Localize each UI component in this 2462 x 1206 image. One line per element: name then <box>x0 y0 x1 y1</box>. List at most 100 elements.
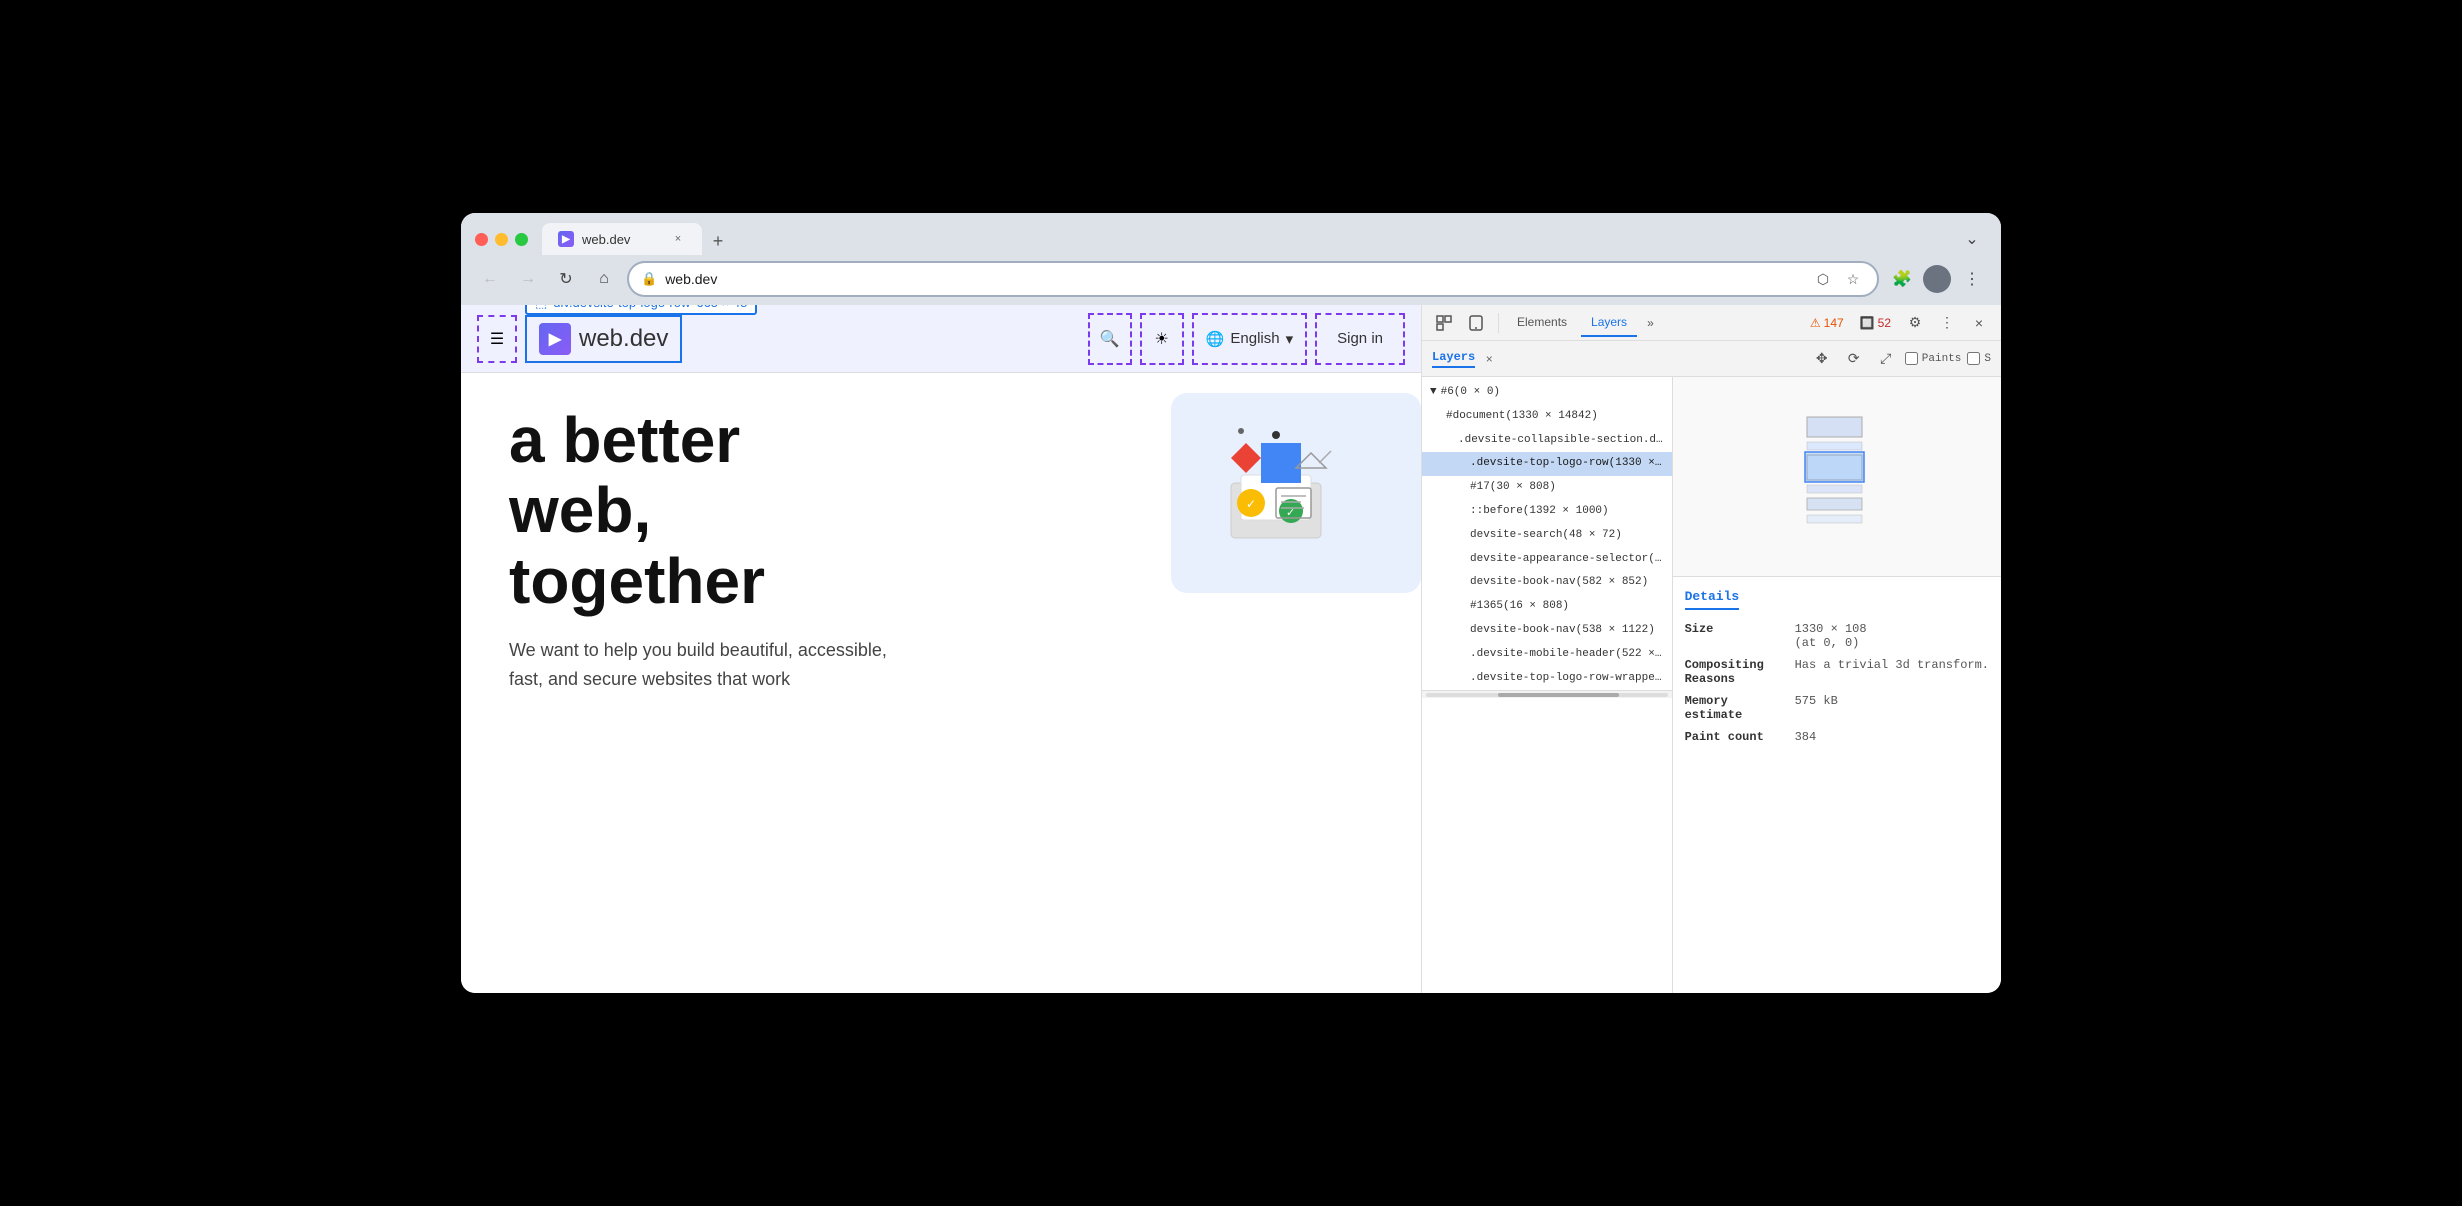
new-tab-button[interactable]: + <box>704 227 732 255</box>
layers-close-tab-button[interactable]: × <box>1481 351 1497 367</box>
tab-close-button[interactable]: × <box>670 231 686 247</box>
chrome-right-actions: 🧩 ⋮ <box>1887 264 1987 294</box>
rotate-tool-button[interactable]: ⟳ <box>1841 346 1867 372</box>
layer-preview-svg <box>1797 407 1877 547</box>
back-button[interactable]: ← <box>475 264 505 294</box>
layers-right-panel: Details Size 1330 × 108 (at 0, 0) C <box>1673 377 2001 993</box>
warnings-button[interactable]: ⚠ 147 <box>1804 314 1850 332</box>
header-language-button[interactable]: 🌐 English ▾ <box>1192 313 1307 365</box>
layers-3d-preview <box>1673 377 2001 577</box>
webpage-hero: a better web, together We want to help y… <box>461 373 1421 773</box>
layers-scrollbar[interactable] <box>1422 690 1672 698</box>
window-minimize-button[interactable] <box>495 233 508 246</box>
layer-item-root[interactable]: ▼ #6(0 × 0) <box>1422 381 1672 405</box>
device-icon <box>1468 315 1484 331</box>
cast-button[interactable]: ⬡ <box>1811 267 1835 291</box>
layer-item-book-nav-1[interactable]: devsite-book-nav(582 × 852) <box>1422 571 1672 595</box>
layer-item-top-logo-row[interactable]: .devsite-top-logo-row(1330 × 108) <box>1422 452 1672 476</box>
layer-item-appearance[interactable]: devsite-appearance-selector(72 × 72) <box>1422 548 1672 572</box>
search-icon: 🔍 <box>1100 329 1120 349</box>
layer-tree-list[interactable]: ▼ #6(0 × 0) #document(1330 × 14842) .dev… <box>1422 377 1673 993</box>
detail-memory-label: Memory estimate <box>1685 694 1795 722</box>
paints-label: Paints <box>1922 353 1962 365</box>
layer-item-17[interactable]: #17(30 × 808) <box>1422 476 1672 500</box>
devtools-right-actions: ⚠ 147 🔲 52 ⚙ ⋮ × <box>1804 309 1993 337</box>
elements-tab[interactable]: Elements <box>1507 309 1577 337</box>
home-button[interactable]: ⌂ <box>589 264 619 294</box>
paints-checkbox[interactable]: Paints <box>1905 352 1962 365</box>
detail-memory-value: 575 kB <box>1795 694 1838 722</box>
layers-tab[interactable]: Layers <box>1581 309 1637 337</box>
svg-text:✓: ✓ <box>1286 507 1295 519</box>
layer-item-document[interactable]: #document(1330 × 14842) <box>1422 405 1672 429</box>
detail-memory-row: Memory estimate 575 kB <box>1685 694 1989 722</box>
inspect-icon <box>1436 315 1452 331</box>
address-bar[interactable]: 🔒 ⬡ ☆ <box>627 261 1879 297</box>
tab-title: web.dev <box>582 232 662 247</box>
svg-text:✓: ✓ <box>1246 497 1256 511</box>
globe-icon: 🌐 <box>1206 330 1225 348</box>
layer-item-1365[interactable]: #1365(16 × 808) <box>1422 595 1672 619</box>
layer-item-before[interactable]: ::before(1392 × 1000) <box>1422 500 1672 524</box>
more-tabs-button[interactable]: » <box>1641 312 1660 334</box>
extensions-button[interactable]: 🧩 <box>1887 264 1917 294</box>
scrollbar-thumb[interactable] <box>1498 693 1619 697</box>
address-bar-actions: ⬡ ☆ <box>1811 267 1865 291</box>
layer-item-devsite-search[interactable]: devsite-search(48 × 72) <box>1422 524 1672 548</box>
devtools-close-button[interactable]: × <box>1965 309 1993 337</box>
header-search-button[interactable]: 🔍 <box>1088 313 1132 365</box>
webpage: ☰ ⬚ div.devsite-top-logo-row 665 × 48 ▶ … <box>461 305 1421 993</box>
layer-item-mobile-header[interactable]: .devsite-mobile-header(522 × 108) <box>1422 643 1672 667</box>
forward-button[interactable]: → <box>513 264 543 294</box>
webpage-header: ☰ ⬚ div.devsite-top-logo-row 665 × 48 ▶ … <box>461 305 1421 373</box>
browser-window: ▶ web.dev × + ⌄ ← → ↻ ⌂ 🔒 ⬡ ☆ 🧩 ⋮ <box>461 213 2001 993</box>
layer-item-book-nav-2[interactable]: devsite-book-nav(538 × 1122) <box>1422 619 1672 643</box>
illustration-svg: ✓ ✓ <box>1171 393 1371 553</box>
detail-size-label: Size <box>1685 622 1795 650</box>
window-close-button[interactable] <box>475 233 488 246</box>
element-inspector-label: ⬚ div.devsite-top-logo-row 665 × 48 <box>525 305 757 315</box>
devtools-body: ▼ #6(0 × 0) #document(1330 × 14842) .dev… <box>1422 377 2001 993</box>
chrome-menu-button[interactable]: ⋮ <box>1957 264 1987 294</box>
bookmark-button[interactable]: ☆ <box>1841 267 1865 291</box>
webdev-logo-text: web.dev <box>579 325 668 353</box>
tab-favicon: ▶ <box>558 231 574 247</box>
warning-count: 147 <box>1824 316 1844 330</box>
inspect-element-button[interactable] <box>1430 309 1458 337</box>
hamburger-icon: ☰ <box>490 329 504 349</box>
zoom-tool-button[interactable]: ⤢ <box>1873 346 1899 372</box>
theme-icon: ☀ <box>1155 329 1169 349</box>
window-controls <box>475 233 528 246</box>
layer-item-logo-row-wrapper[interactable]: .devsite-top-logo-row-wrapper-wrappe <box>1422 667 1672 691</box>
hamburger-menu[interactable]: ☰ <box>477 315 517 363</box>
details-panel: Details Size 1330 × 108 (at 0, 0) C <box>1673 577 2001 993</box>
hero-headline: a better web, together <box>509 405 909 616</box>
security-icon: 🔒 <box>641 271 657 287</box>
webpage-text: a better web, together We want to help y… <box>509 405 909 741</box>
address-input[interactable] <box>665 271 1803 287</box>
profile-button[interactable] <box>1923 265 1951 293</box>
paints-checkbox-input[interactable] <box>1905 352 1918 365</box>
header-theme-button[interactable]: ☀ <box>1140 313 1184 365</box>
logo-area[interactable]: ⬚ div.devsite-top-logo-row 665 × 48 ▶ we… <box>525 315 682 363</box>
element-selector: div.devsite-top-logo-row <box>553 305 690 310</box>
slow-scroll-input[interactable] <box>1967 352 1980 365</box>
device-toolbar-button[interactable] <box>1462 309 1490 337</box>
browser-tab[interactable]: ▶ web.dev × <box>542 223 702 255</box>
pan-tool-button[interactable]: ✥ <box>1809 346 1835 372</box>
devtools-more-button[interactable]: ⋮ <box>1933 309 1961 337</box>
window-dropdown-button[interactable]: ⌄ <box>1957 224 1987 254</box>
devtools-settings-button[interactable]: ⚙ <box>1901 309 1929 337</box>
header-overlay: ☰ ⬚ div.devsite-top-logo-row 665 × 48 ▶ … <box>461 305 1421 372</box>
slow-scroll-checkbox[interactable]: S <box>1967 352 1991 365</box>
layer-root-text: #6(0 × 0) <box>1441 383 1500 403</box>
header-signin-button[interactable]: Sign in <box>1315 313 1405 365</box>
layers-tab-label: Layers <box>1432 350 1475 368</box>
reload-button[interactable]: ↻ <box>551 264 581 294</box>
layer-item-collapsible[interactable]: .devsite-collapsible-section.devsite-hea <box>1422 429 1672 453</box>
devtools-panel: Elements Layers » ⚠ 147 🔲 52 ⚙ ⋮ × <box>1421 305 2001 993</box>
errors-button[interactable]: 🔲 52 <box>1854 314 1897 332</box>
scrollbar-track <box>1426 693 1668 697</box>
layer-root-arrow: ▼ <box>1430 383 1437 403</box>
window-maximize-button[interactable] <box>515 233 528 246</box>
